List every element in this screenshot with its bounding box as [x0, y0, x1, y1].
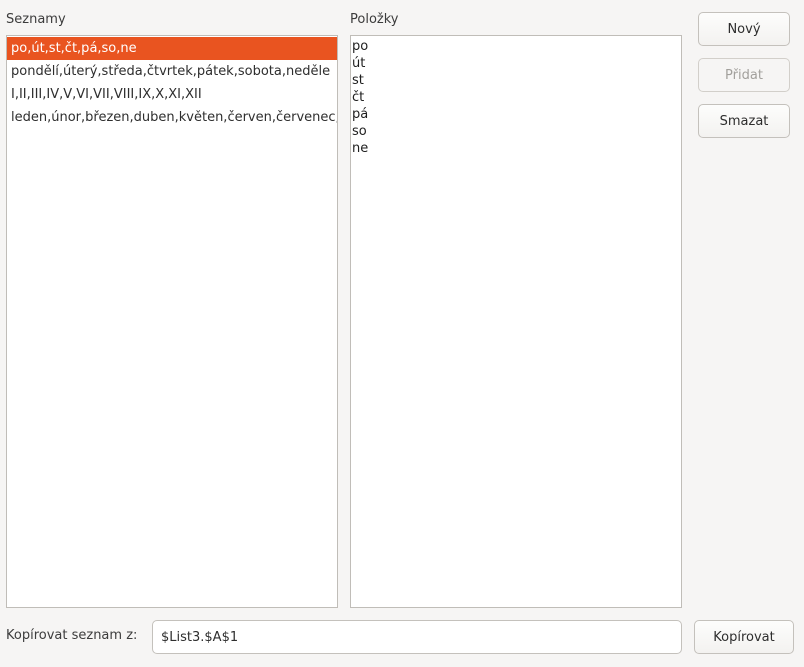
entries-textarea[interactable]: po út st čt pá so ne	[350, 35, 682, 608]
entry-line: út	[352, 56, 366, 71]
add-button[interactable]: Přidat	[698, 58, 790, 92]
entry-line: po	[352, 39, 369, 54]
entry-line: čt	[352, 90, 365, 105]
copy-list-from-label: Kopírovat seznam z:	[6, 628, 138, 643]
entry-line: so	[352, 124, 367, 139]
list-item[interactable]: I,II,III,IV,V,VI,VII,VIII,IX,X,XI,XII	[7, 83, 337, 106]
delete-button[interactable]: Smazat	[698, 104, 790, 138]
entry-line: pá	[352, 107, 369, 122]
list-item[interactable]: leden,únor,březen,duben,květen,červen,če…	[7, 106, 337, 129]
copy-button[interactable]: Kopírovat	[694, 620, 794, 654]
sort-lists-listbox[interactable]: po,út,st,čt,pá,so,ne pondělí,úterý,střed…	[6, 35, 338, 608]
list-item[interactable]: pondělí,úterý,středa,čtvrtek,pátek,sobot…	[7, 60, 337, 83]
lists-label: Seznamy	[6, 12, 66, 27]
copy-list-from-input[interactable]	[152, 620, 682, 654]
entry-line: st	[352, 73, 364, 88]
entry-line: ne	[352, 141, 369, 156]
entries-label: Položky	[350, 12, 399, 27]
new-button[interactable]: Nový	[698, 12, 790, 46]
list-item[interactable]: po,út,st,čt,pá,so,ne	[7, 37, 337, 60]
